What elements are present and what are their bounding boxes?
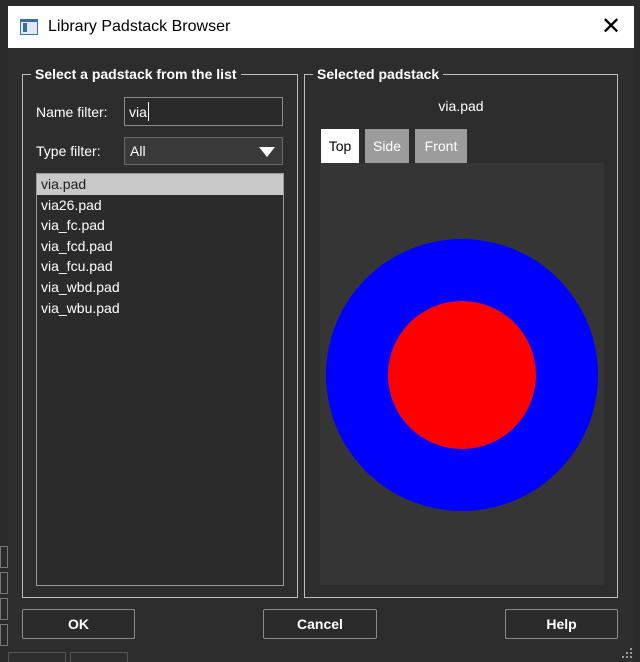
- window-title: Library Padstack Browser: [48, 18, 231, 35]
- resize-grip-icon[interactable]: [622, 648, 632, 658]
- padstack-preview-canvas: [326, 239, 598, 511]
- list-item[interactable]: via_wbd.pad: [37, 277, 283, 298]
- type-filter-value: All: [130, 143, 146, 159]
- list-item[interactable]: via26.pad: [37, 195, 283, 216]
- window-icon: [20, 19, 38, 35]
- dropdown-arrow-icon: [259, 147, 275, 157]
- padstack-list-legend: Select a padstack from the list: [35, 66, 237, 82]
- selected-padstack-legend: Selected padstack: [317, 66, 440, 82]
- list-item[interactable]: via_fc.pad: [37, 215, 283, 236]
- list-item[interactable]: via_fcu.pad: [37, 256, 283, 277]
- selected-padstack-name: via.pad: [438, 98, 484, 114]
- tab-side[interactable]: Side: [365, 129, 409, 163]
- background-window-fragment: [8, 652, 66, 662]
- background-window-fragment: [0, 546, 8, 568]
- text-caret: [148, 102, 149, 121]
- title-bar: Library Padstack Browser ✕: [8, 6, 634, 48]
- tab-front[interactable]: Front: [415, 129, 467, 163]
- padstack-listbox[interactable]: via.pad via26.pad via_fc.pad via_fcd.pad…: [36, 173, 284, 586]
- tab-top[interactable]: Top: [321, 129, 359, 165]
- background-window-fragment: [0, 572, 8, 594]
- help-button[interactable]: Help: [505, 609, 618, 639]
- name-filter-label: Name filter:: [36, 104, 108, 120]
- list-item[interactable]: via_wbu.pad: [37, 298, 283, 319]
- background-window-fragment: [70, 652, 128, 662]
- drill-hole-shape: [388, 301, 536, 449]
- type-filter-label: Type filter:: [36, 143, 101, 159]
- list-item[interactable]: via_fcd.pad: [37, 236, 283, 257]
- cancel-button[interactable]: Cancel: [263, 609, 377, 639]
- ok-button[interactable]: OK: [22, 609, 135, 639]
- background-window-fragment: [0, 598, 8, 620]
- background-window-fragment: [0, 624, 8, 646]
- type-filter-select[interactable]: All: [124, 137, 283, 165]
- close-icon[interactable]: ✕: [596, 12, 626, 42]
- list-item[interactable]: via.pad: [37, 174, 283, 195]
- padstack-preview: [320, 163, 604, 585]
